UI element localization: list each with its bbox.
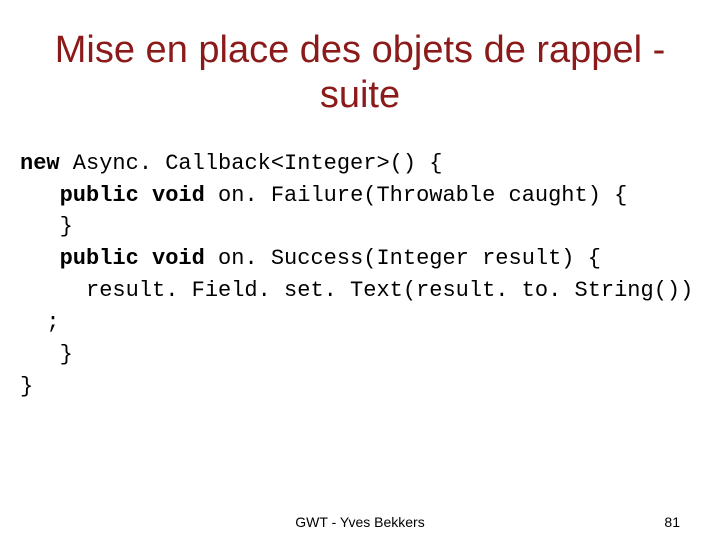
keyword-public-2: public (60, 246, 139, 271)
code-line-7: } (20, 342, 73, 367)
code-indent-2 (20, 246, 60, 271)
slide-title: Mise en place des objets de rappel - sui… (0, 0, 720, 118)
keyword-void-1: void (139, 183, 205, 208)
code-block: new Async. Callback<Integer>() { public … (0, 118, 720, 403)
code-indent-1 (20, 183, 60, 208)
code-line-8: } (20, 374, 33, 399)
footer-text: GWT - Yves Bekkers (295, 514, 424, 530)
keyword-void-2: void (139, 246, 205, 271)
page-number: 81 (664, 514, 680, 530)
code-line-4: on. Success(Integer result) { (205, 246, 601, 271)
code-line-2: on. Failure(Throwable caught) { (205, 183, 627, 208)
code-line-5: result. Field. set. Text(result. to. Str… (20, 278, 693, 303)
keyword-new: new (20, 151, 60, 176)
code-line-3: } (20, 214, 73, 239)
code-line-6: ; (20, 310, 60, 335)
keyword-public-1: public (60, 183, 139, 208)
code-line-1: Async. Callback<Integer>() { (60, 151, 443, 176)
slide: Mise en place des objets de rappel - sui… (0, 0, 720, 540)
